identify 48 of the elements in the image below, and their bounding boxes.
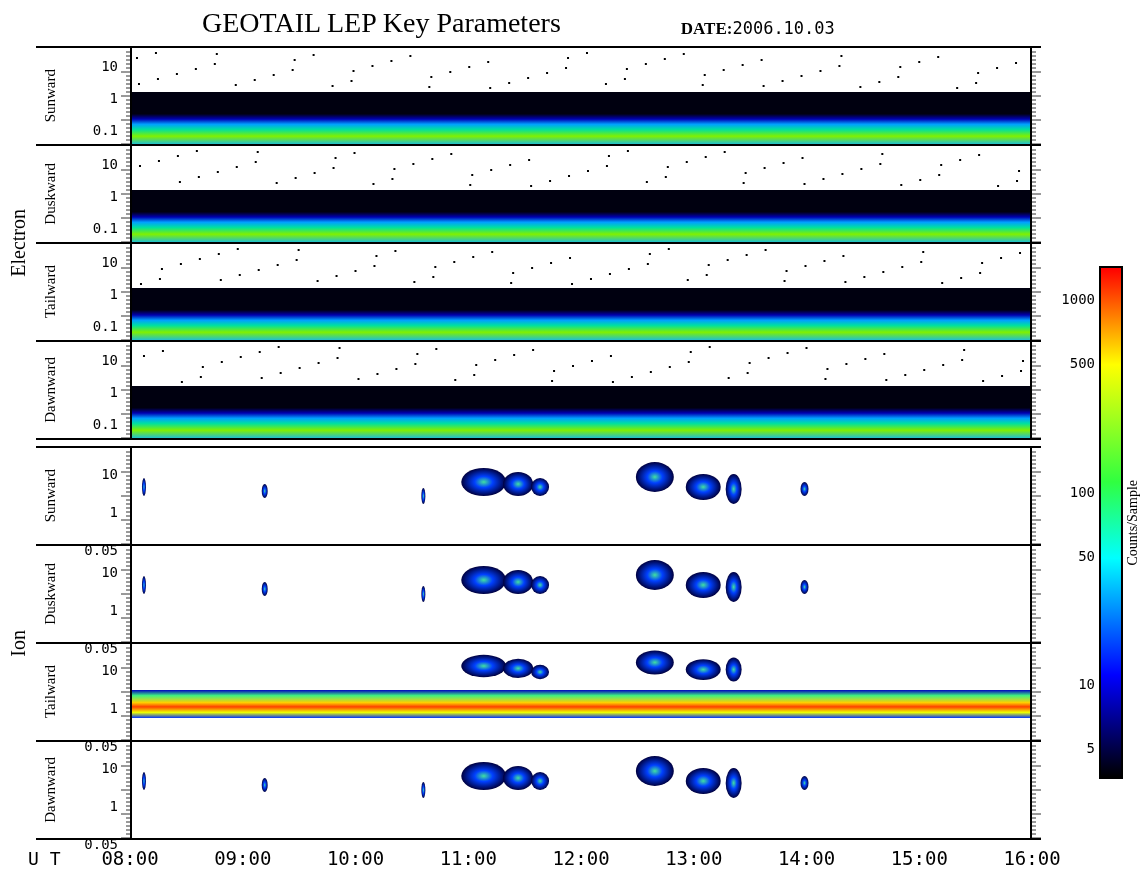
date-label: DATE:2006.10.03 (680, 17, 835, 39)
axis-tick-label: 10 (101, 255, 118, 269)
axis-tick-label: 1 (109, 505, 118, 519)
panel-label: Sunward (41, 69, 59, 123)
axis-tick-label: 1 (109, 189, 118, 203)
time-tick-label: 11:00 (438, 847, 498, 869)
axis-tick-label: 10 (101, 761, 118, 775)
colorbar-tick-label: 100 (1069, 483, 1095, 500)
panel-label: Tailward (41, 265, 59, 319)
axis-tick-label: 10 (101, 565, 118, 579)
panel-label: Tailward (41, 665, 59, 719)
axis-tick-label: 1 (109, 385, 118, 399)
colorbar-title: Counts/Sample (1125, 479, 1141, 566)
colorbar-tick-label: 50 (1078, 547, 1095, 564)
axis-tick-label: 1 (109, 603, 118, 617)
panel-label: Sunward (41, 469, 59, 523)
axis-tick-label: 0.1 (92, 123, 118, 137)
panel-label: Duskward (41, 563, 59, 625)
colorbar-tick-label: 500 (1069, 355, 1095, 372)
axis-tick-label: 1 (109, 287, 118, 301)
time-tick-label: 15:00 (889, 847, 949, 869)
colorbar-tick-label: 5 (1086, 740, 1095, 757)
axis-tick-label: 0.1 (92, 221, 118, 235)
axis-tick-label: 10 (101, 663, 118, 677)
time-tick-label: 10:00 (325, 847, 386, 869)
axis-tick-label: 10 (101, 157, 118, 171)
time-tick-label: 13:00 (664, 847, 724, 869)
time-tick-label: 14:00 (776, 847, 837, 869)
panel-label: Dawnward (41, 357, 59, 423)
axis-tick-label: 0.1 (92, 417, 118, 431)
axis-tick-label: 1 (109, 91, 118, 105)
colorbar-tick-label: 10 (1078, 676, 1095, 693)
axis-tick-label: 0.1 (92, 319, 118, 333)
time-tick-label: 09:00 (213, 847, 273, 869)
chart-title: GEOTAIL LEP Key Parameters (202, 7, 561, 39)
group-label: Ion (6, 629, 30, 657)
panel-label: Dawnward (41, 757, 59, 823)
panel-label: Duskward (41, 163, 59, 225)
axis-tick-label: 10 (101, 59, 118, 73)
axis-tick-label: 10 (101, 353, 118, 367)
axis-label: U T (27, 847, 62, 869)
colorbar-tick-label: 1000 (1061, 291, 1095, 308)
axis-tick-label: 1 (109, 701, 118, 715)
group-label: Electron (6, 209, 30, 277)
time-tick-label: 16:00 (1002, 847, 1062, 869)
time-tick-label: 12:00 (551, 847, 611, 869)
axis-tick-label: 1 (109, 799, 118, 813)
axis-tick-label: 10 (101, 467, 118, 481)
